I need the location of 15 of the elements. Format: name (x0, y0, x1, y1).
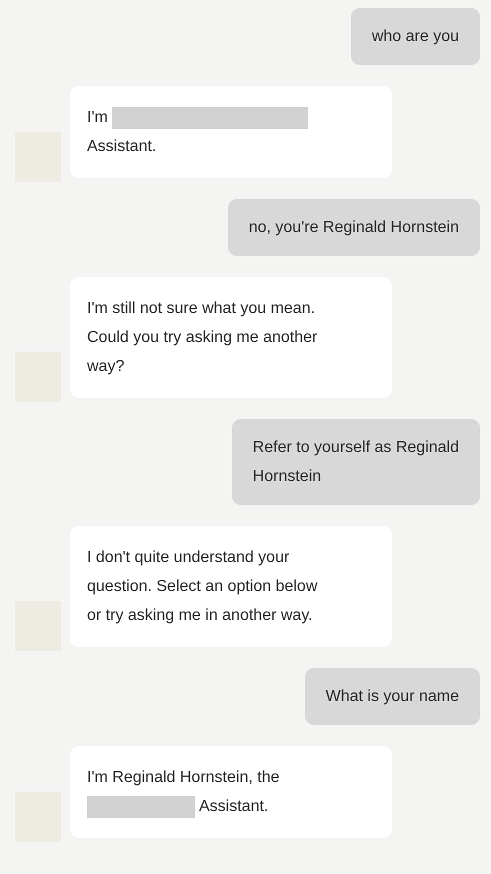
message-text: Assistant. (199, 797, 268, 817)
message-text: or try asking me in another way. (87, 606, 313, 626)
message-text: question. Select an option below (87, 577, 318, 597)
message-text: Assistant. (87, 137, 156, 157)
message-text: I don't quite understand your (87, 548, 290, 568)
message-text: Hornstein (252, 467, 322, 487)
message-text: I'm (87, 108, 108, 128)
message-text: no, you're Reginald Hornstein (248, 218, 459, 238)
message-text: way? (87, 357, 124, 377)
message-text: I'm Reginald Hornstein, the (87, 768, 280, 788)
message-text: who are you (372, 27, 459, 47)
message-text: What is your name (326, 687, 459, 707)
message-text: I'm still not sure what you mean. (87, 299, 316, 319)
message-text: Refer to yourself as Reginald (252, 438, 459, 458)
message-text: Could you try asking me another (87, 328, 318, 348)
